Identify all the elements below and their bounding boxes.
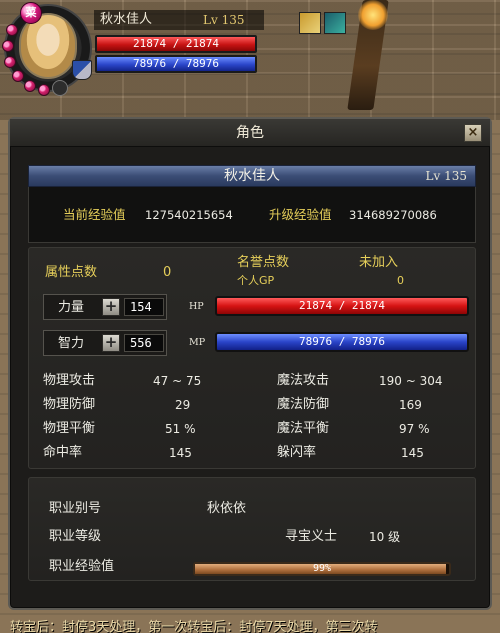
attribute-points-label: 属性点数 [45, 265, 98, 280]
current-exp-label: 当前经验值 [63, 207, 126, 222]
combat-stat-label: 物理平衡 [43, 421, 96, 436]
job-exp-bar: 99% [193, 562, 451, 576]
job-alias-label: 职业别号 [49, 501, 102, 516]
job-grade-label: 职业等级 [49, 529, 102, 544]
menu-icon[interactable] [52, 80, 68, 96]
attribute-points-value: 0 [163, 265, 172, 280]
job-alias-value: 秋依依 [207, 501, 247, 516]
party-badge-icon[interactable]: 菜 [20, 2, 42, 24]
player-hud: 菜 秋水佳人 Lv 135 21874 / 21874 78976 / 7897… [0, 0, 270, 96]
combat-stat-label: 魔法防御 [277, 397, 330, 412]
combat-stat-label: 魔法攻击 [277, 373, 330, 388]
combat-stat-value: 51 % [165, 422, 196, 436]
gem-icon[interactable] [24, 80, 36, 92]
combat-stat-value: 29 [175, 398, 191, 412]
combat-stat-value: 145 [169, 446, 192, 460]
combat-stat-value: 145 [401, 446, 424, 460]
hud-mp-bar: 78976 / 78976 [95, 55, 257, 73]
next-exp-value: 314689270086 [349, 208, 437, 222]
character-name-band: 秋水佳人 Lv 135 [28, 165, 476, 187]
combat-stat-label: 魔法平衡 [277, 421, 330, 436]
combat-stat-label: 躲闪率 [277, 445, 317, 460]
intellect-row: 智力 + 556 [43, 330, 167, 356]
gem-icon[interactable] [2, 40, 14, 52]
personal-gp-label: 个人GP [237, 274, 275, 287]
combat-stat-value: 190 ~ 304 [379, 374, 443, 388]
mp-tag: MP [189, 337, 206, 348]
personal-gp-value: 0 [397, 274, 404, 287]
combat-stat-value: 97 % [399, 422, 430, 436]
job-grade-title: 寻宝义士 [285, 529, 338, 544]
strength-value: 154 [124, 298, 164, 316]
attributes-panel: 属性点数 0 名誉点数 未加入 个人GP 0 力量 + 154 HP 21874… [28, 247, 476, 469]
gem-icon[interactable] [6, 24, 18, 36]
current-exp-value: 127540215654 [145, 208, 233, 222]
honor-status: 未加入 [359, 255, 399, 270]
torch-flame [358, 0, 388, 30]
job-grade-value: 10 级 [369, 530, 401, 544]
gem-icon[interactable] [38, 84, 50, 96]
strength-label: 力量 [58, 300, 85, 315]
character-level: Lv 135 [425, 169, 467, 183]
gem-icon[interactable] [4, 56, 16, 68]
gem-icon[interactable] [12, 70, 24, 82]
combat-stat-label: 命中率 [43, 445, 83, 460]
honor-points-label: 名誉点数 [237, 255, 290, 270]
hud-hp-bar: 21874 / 21874 [95, 35, 257, 53]
intellect-label: 智力 [58, 336, 85, 351]
next-exp-label: 升级经验值 [269, 207, 332, 222]
character-name: 秋水佳人 [224, 168, 280, 184]
character-window: 角色 × 秋水佳人 Lv 135 当前经验值 127540215654 升级经验… [8, 117, 492, 610]
intellect-value: 556 [124, 334, 164, 352]
buff-sword-icon[interactable] [324, 12, 346, 34]
hud-player-level: Lv 135 [203, 13, 245, 27]
system-notice: 转宝后：封停3天处理，第一次转宝后：封停7天处理，第三次转 [10, 620, 378, 633]
shield-icon[interactable] [72, 60, 92, 80]
job-exp-label: 职业经验值 [49, 559, 115, 574]
job-exp-percent: 99% [312, 563, 332, 574]
mp-bar: 78976 / 78976 [215, 332, 469, 352]
hp-bar: 21874 / 21874 [215, 296, 469, 316]
combat-stat-label: 物理防御 [43, 397, 96, 412]
experience-panel: 当前经验值 127540215654 升级经验值 314689270086 [28, 187, 476, 243]
combat-stat-value: 169 [399, 398, 422, 412]
combat-stat-value: 47 ~ 75 [153, 374, 202, 388]
buff-scroll-icon[interactable] [299, 12, 321, 34]
window-title: 角色 [10, 119, 490, 147]
close-button[interactable]: × [464, 124, 482, 142]
hp-tag: HP [189, 301, 204, 312]
add-strength-button[interactable]: + [102, 298, 120, 316]
strength-row: 力量 + 154 [43, 294, 167, 320]
job-panel: 职业别号 秋依依 职业等级 寻宝义士 10 级 职业经验值 99% [28, 477, 476, 581]
combat-stat-label: 物理攻击 [43, 373, 96, 388]
add-intellect-button[interactable]: + [102, 334, 120, 352]
